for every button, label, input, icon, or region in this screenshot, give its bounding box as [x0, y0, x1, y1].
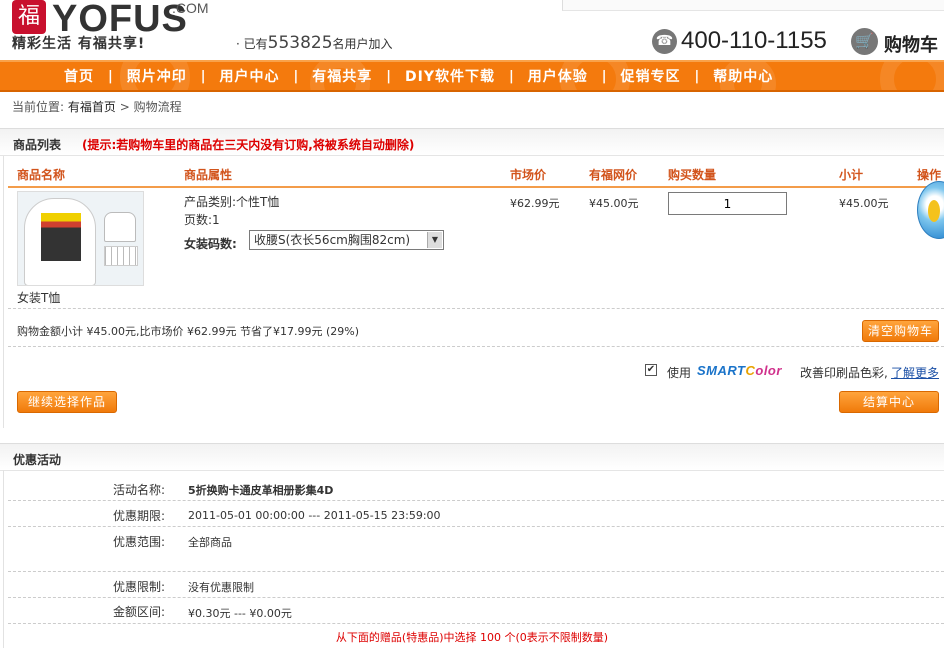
nav-item-5[interactable]: 用户体验: [528, 66, 588, 86]
top-links-strip: [562, 0, 944, 11]
cart-link[interactable]: 购物车: [884, 31, 938, 57]
column-header-quantity: 购买数量: [668, 168, 717, 182]
column-header-name: 商品名称: [17, 168, 66, 182]
nav-item-4[interactable]: DIY软件下载: [405, 66, 495, 86]
smartcolor-checkbox[interactable]: ✔: [645, 364, 657, 376]
nav-item-0[interactable]: 首页: [64, 66, 94, 86]
nav-separator: |: [694, 68, 700, 84]
product-thumbnail[interactable]: [17, 191, 144, 286]
chevron-down-icon[interactable]: ▼: [427, 232, 442, 248]
smartcolor-logo-a: SMART: [697, 363, 746, 378]
column-header-subtotal: 小计: [839, 168, 864, 182]
breadcrumb-prefix: 当前位置:: [12, 100, 65, 114]
nav-item-6[interactable]: 促销专区: [620, 66, 680, 86]
breadcrumb-home[interactable]: 有福首页: [68, 100, 116, 114]
phone-icon: ☎: [652, 29, 677, 54]
promo-label-period: 优惠期限:: [112, 509, 165, 523]
nav-separator: |: [601, 68, 607, 84]
subtotal: ¥45.00元: [839, 197, 889, 210]
promo-value-name: 5折换购卡通皮革相册影集4D: [188, 484, 334, 497]
breadcrumb: 当前位置: 有福首页 > 购物流程: [12, 98, 182, 115]
nav-separator: |: [108, 68, 113, 84]
smartcolor-logo: SMARTColor: [697, 363, 782, 378]
smartcolor-description: 改善印刷品色彩,: [800, 366, 888, 380]
promo-label-limit: 优惠限制:: [112, 580, 165, 594]
smartcolor-use-label: 使用: [667, 366, 692, 380]
size-select-value: 收腰S(衣长56cm胸围82cm): [254, 233, 411, 247]
promo-label-name: 活动名称:: [112, 483, 165, 497]
quantity-input[interactable]: [668, 192, 787, 215]
promo-divider: [8, 500, 944, 501]
learn-more-link[interactable]: 了解更多: [891, 364, 939, 381]
promotion-title: 优惠活动: [13, 453, 62, 467]
product-pages: 页数:1: [184, 213, 220, 227]
nav-items: 首页 | 照片冲印 | 用户中心 | 有福共享 | DIY软件下载 | 用户体验 | 促销专区 | 帮助中心: [64, 62, 773, 90]
continue-shopping-button[interactable]: 继续选择作品: [17, 391, 117, 413]
promo-value-scope: 全部商品: [188, 536, 232, 549]
gift-selection-note: 从下面的赠品(特惠品)中选择 100 个(0表示不限制数量): [335, 631, 609, 644]
nav-separator: |: [293, 68, 299, 84]
cart-expiry-tip: (提示:若购物车里的商品在三天内没有订购,将被系统自动删除): [82, 138, 415, 152]
size-select[interactable]: 收腰S(衣长56cm胸围82cm) ▼: [249, 230, 444, 250]
promo-divider: [8, 623, 944, 624]
summary-divider: [8, 346, 944, 347]
cart-summary: 购物金额小计 ¥45.00元,比市场价 ¥62.99元 节省了¥17.99元 (…: [17, 325, 359, 338]
user-count-number: 553825: [267, 33, 333, 53]
cart-icon[interactable]: 🛒: [851, 28, 878, 55]
nav-item-2[interactable]: 用户中心: [220, 66, 280, 86]
tshirt-back-preview: [104, 212, 136, 242]
market-price: ¥62.99元: [510, 197, 560, 210]
user-count-suffix: 名用户加入: [332, 37, 393, 51]
promo-value-period: 2011-05-01 00:00:00 --- 2011-05-15 23:59…: [188, 509, 441, 522]
product-list-header: 商品列表 (提示:若购物车里的商品在三天内没有订购,将被系统自动删除): [0, 128, 944, 156]
promo-value-amount: ¥0.30元 --- ¥0.00元: [188, 607, 292, 620]
breadcrumb-separator: >: [119, 100, 130, 114]
smartcolor-logo-c: olor: [755, 363, 782, 378]
logo-suffix: .COM: [172, 0, 209, 16]
user-count-prefix: · 已有: [236, 37, 268, 51]
smartcolor-logo-b: C: [745, 363, 756, 378]
breadcrumb-current: 购物流程: [133, 100, 182, 114]
user-count: · 已有553825名用户加入: [236, 33, 393, 53]
product-list-frame: [3, 156, 944, 428]
yofus-price: ¥45.00元: [589, 197, 639, 210]
nav-item-7[interactable]: 帮助中心: [713, 66, 773, 86]
promo-divider: [8, 597, 944, 598]
row-divider: [8, 308, 944, 309]
nav-separator: |: [508, 68, 514, 84]
nav-separator: |: [200, 68, 206, 84]
nav-item-3[interactable]: 有福共享: [312, 66, 372, 86]
promotion-header: 优惠活动: [0, 443, 944, 471]
promo-label-scope: 优惠范围:: [112, 535, 165, 549]
size-chart-preview: [104, 246, 138, 266]
main-nav: 首页 | 照片冲印 | 用户中心 | 有福共享 | DIY软件下载 | 用户体验 | 促销专区 | 帮助中心: [0, 60, 944, 92]
promo-value-limit: 没有优惠限制: [188, 581, 254, 594]
slogan: 精彩生活 有福共享!: [12, 36, 146, 52]
checkout-button[interactable]: 结算中心: [839, 391, 939, 413]
column-header-yofus-price: 有福网价: [589, 168, 638, 182]
column-header-market-price: 市场价: [510, 168, 547, 182]
promo-label-amount: 金额区间:: [112, 605, 165, 619]
hotline-number: 400-110-1155: [681, 27, 827, 54]
product-name[interactable]: 女装T恤: [17, 289, 60, 306]
column-header-divider: [8, 186, 944, 188]
promo-divider: [8, 571, 944, 572]
nav-item-1[interactable]: 照片冲印: [127, 66, 187, 86]
promo-divider: [8, 526, 944, 527]
size-label: 女装码数:: [184, 237, 237, 251]
product-category: 产品类别:个性T恤: [184, 195, 280, 209]
product-list-title: 商品列表: [13, 138, 62, 152]
logo-icon[interactable]: 福: [12, 0, 46, 34]
clear-cart-button[interactable]: 清空购物车: [862, 320, 939, 342]
tshirt-image: [24, 198, 96, 285]
column-header-attributes: 商品属性: [184, 168, 233, 182]
nav-separator: |: [386, 68, 391, 84]
